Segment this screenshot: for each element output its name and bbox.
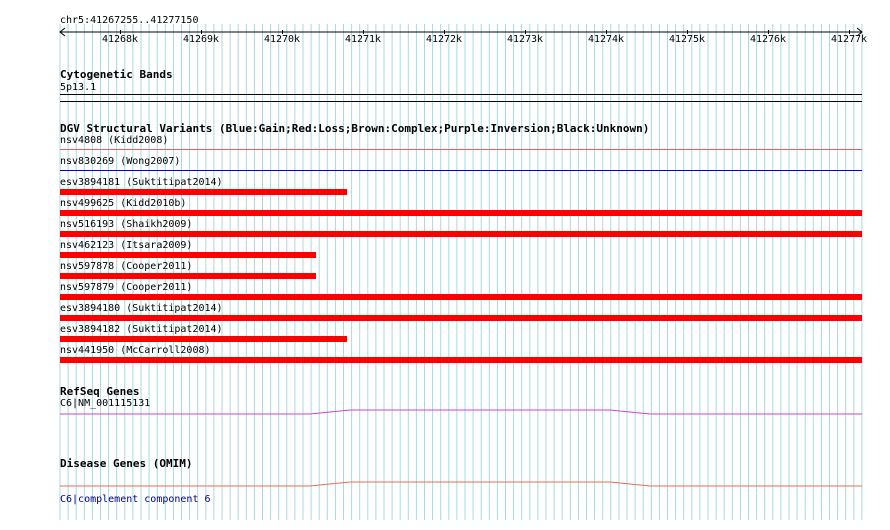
dgv-variant-label[interactable]: nsv462123 (Itsara2009) xyxy=(60,240,192,252)
cytoband-bar-bottom xyxy=(60,101,862,102)
refseq-gene-feature[interactable] xyxy=(60,406,862,418)
ruler-tick-label: 41275k xyxy=(668,34,706,45)
dgv-variant-label[interactable]: nsv441950 (McCarroll2008) xyxy=(60,345,211,357)
ruler-tick-label: 41274k xyxy=(587,34,625,45)
dgv-variant-label[interactable]: nsv516193 (Shaikh2009) xyxy=(60,219,192,231)
dgv-variant-bar[interactable] xyxy=(60,336,347,342)
dgv-variant-bar[interactable] xyxy=(60,273,316,279)
dgv-variant-line[interactable] xyxy=(60,149,862,150)
dgv-variant-label[interactable]: esv3894180 (Suktitipat2014) xyxy=(60,303,223,315)
refseq-track-title: RefSeq Genes xyxy=(60,385,140,398)
omim-gene-feature[interactable] xyxy=(60,478,862,490)
dgv-variant-label[interactable]: esv3894181 (Suktitipat2014) xyxy=(60,177,223,189)
ruler-tick-label: 41269k xyxy=(182,34,220,45)
dgv-variant-label[interactable]: nsv597878 (Cooper2011) xyxy=(60,261,192,273)
omim-track-title: Disease Genes (OMIM) xyxy=(60,457,193,470)
omim-gene-link[interactable]: C6|complement component 6 xyxy=(60,494,211,506)
ruler-tick-label: 41277k xyxy=(830,34,868,45)
cytoband-track-title: Cytogenetic Bands xyxy=(60,68,173,81)
dgv-variant-label[interactable]: nsv499625 (Kidd2010b) xyxy=(60,198,186,210)
dgv-variant-bar[interactable] xyxy=(60,189,347,195)
ruler-tick-label: 41272k xyxy=(425,34,463,45)
dgv-track-title: DGV Structural Variants (Blue:Gain;Red:L… xyxy=(60,122,650,135)
ruler-tick-label: 41270k xyxy=(263,34,301,45)
dgv-variant-bar[interactable] xyxy=(60,252,316,258)
dgv-variant-bar[interactable] xyxy=(60,315,862,321)
ruler-tick-label: 41276k xyxy=(749,34,787,45)
dgv-variant-label[interactable]: nsv830269 (Wong2007) xyxy=(60,156,180,168)
dgv-variant-label[interactable]: nsv597879 (Cooper2011) xyxy=(60,282,192,294)
dgv-variant-bar[interactable] xyxy=(60,210,862,216)
dgv-variant-bar[interactable] xyxy=(60,294,862,300)
ruler-tick-label: 41271k xyxy=(344,34,382,45)
dgv-variant-label[interactable]: nsv4808 (Kidd2008) xyxy=(60,135,168,147)
cytoband-label[interactable]: 5p13.1 xyxy=(60,82,96,94)
ruler-tick-label: 41268k xyxy=(101,34,139,45)
dgv-variant-line[interactable] xyxy=(60,170,862,171)
dgv-variant-label[interactable]: esv3894182 (Suktitipat2014) xyxy=(60,324,223,336)
ruler-tick-label: 41273k xyxy=(506,34,544,45)
dgv-variant-bar[interactable] xyxy=(60,357,862,363)
dgv-variant-bar[interactable] xyxy=(60,231,862,237)
cytoband-bar[interactable] xyxy=(60,94,862,95)
